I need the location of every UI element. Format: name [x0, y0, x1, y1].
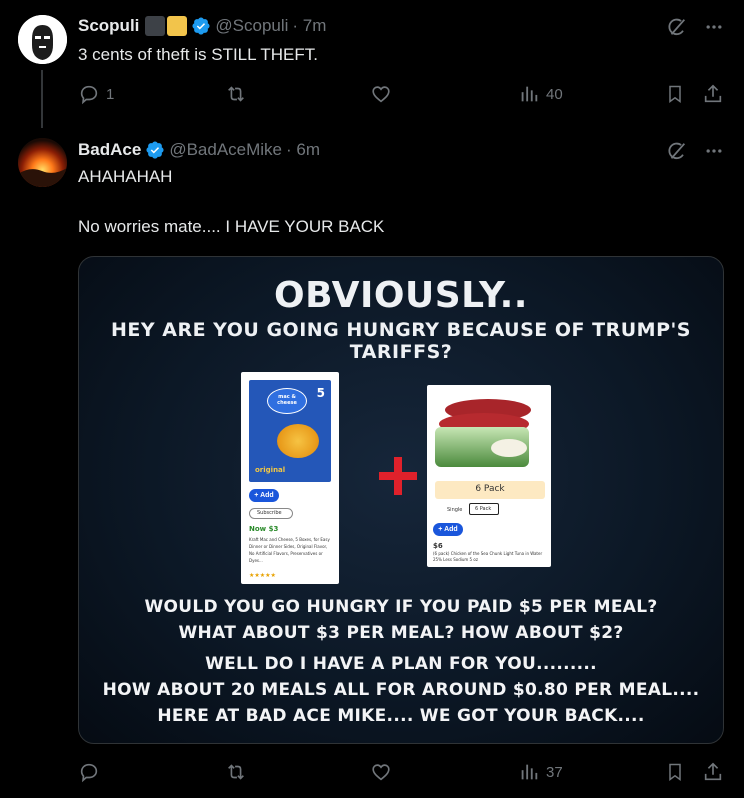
- product-price: $6: [433, 542, 443, 550]
- views-count: 40: [546, 85, 563, 103]
- share-icon: [704, 84, 722, 103]
- post-header: BadAce @BadAceMike · 6m: [78, 140, 320, 160]
- post-text-line2: No worries mate.... I HAVE YOUR BACK: [78, 217, 385, 236]
- display-name[interactable]: BadAce: [78, 140, 141, 160]
- image-line-3: WELL DO I HAVE A PLAN FOR YOU.........: [205, 654, 597, 674]
- post-top-actions: [666, 16, 724, 38]
- grok-icon[interactable]: [666, 140, 688, 162]
- reply-button[interactable]: 1: [78, 83, 114, 105]
- image-line-1: WOULD YOU GO HUNGRY IF YOU PAID $5 PER M…: [144, 597, 658, 617]
- add-button: + Add: [249, 489, 279, 502]
- product-price: Now $3: [249, 525, 279, 533]
- option-single: Single: [447, 507, 463, 513]
- reply-count: 1: [106, 85, 115, 103]
- badge-square-gray: [145, 16, 166, 36]
- more-icon[interactable]: [704, 141, 724, 161]
- product-image-cans: [435, 395, 539, 473]
- product-pasta: [277, 424, 319, 458]
- post-header: Scopuli @Scopuli · 7m: [78, 16, 326, 36]
- image-subtitle: HEY ARE YOU GOING HUNGRY BECAUSE OF TRUM…: [110, 319, 691, 363]
- add-button: + Add: [433, 523, 463, 536]
- product-flavor: original: [255, 466, 286, 474]
- bookmark-button[interactable]: [665, 83, 685, 105]
- share-icon: [704, 762, 722, 781]
- product-count: 5: [316, 386, 325, 400]
- bookmark-icon: [669, 85, 681, 103]
- post-text-line1: AHAHAHAH: [78, 167, 173, 186]
- reply-icon: [80, 763, 98, 783]
- rating-stars: ★★★★★: [249, 573, 276, 579]
- timestamp[interactable]: · 6m: [286, 140, 320, 160]
- repost-button[interactable]: [224, 83, 248, 105]
- subscribe-label: Subscribe: [257, 510, 282, 516]
- handle[interactable]: @BadAceMike: [169, 140, 282, 160]
- bookmark-button[interactable]: [665, 761, 685, 783]
- repost-icon: [228, 764, 244, 780]
- repost-icon: [228, 86, 244, 102]
- views-icon: [521, 764, 538, 780]
- product-description: Kraft Mac and Cheese, 5 Boxes, for Easy …: [249, 537, 330, 563]
- post-image[interactable]: OBVIOUSLY.. HEY ARE YOU GOING HUNGRY BEC…: [78, 256, 724, 744]
- views-icon: [521, 86, 538, 102]
- post-text: 3 cents of theft is STILL THEFT.: [78, 45, 318, 64]
- plus-sign: [379, 457, 417, 495]
- more-icon[interactable]: [704, 17, 724, 37]
- views-count: 37: [546, 763, 563, 781]
- badge-square-yellow: [167, 16, 188, 36]
- post-top-actions: [666, 140, 724, 162]
- pack-label: 6 Pack: [475, 484, 505, 494]
- bookmark-icon: [669, 763, 681, 781]
- verified-icon[interactable]: [191, 16, 211, 36]
- product-description: (6 pack) Chicken of the Sea Chunk Light …: [433, 551, 543, 562]
- verified-icon[interactable]: [145, 140, 165, 160]
- handle[interactable]: @Scopuli: [215, 16, 288, 36]
- avatar[interactable]: [18, 138, 67, 187]
- image-line-4: HOW ABOUT 20 MEALS ALL FOR AROUND $0.80 …: [102, 680, 700, 700]
- thread-line: [41, 70, 43, 128]
- views-button[interactable]: 40: [518, 83, 563, 105]
- reply-icon: [80, 85, 98, 105]
- like-icon: [372, 764, 390, 781]
- product-card-mac-cheese: mac & cheese 5 original + Add Subscribe …: [241, 372, 339, 584]
- like-button[interactable]: [370, 83, 392, 105]
- views-button[interactable]: 37: [518, 761, 563, 783]
- like-button[interactable]: [370, 761, 392, 783]
- like-icon: [372, 86, 390, 103]
- share-button[interactable]: [702, 761, 724, 783]
- image-line-2: WHAT ABOUT $3 PER MEAL? HOW ABOUT $2?: [178, 623, 624, 643]
- option-six-pack: 6 Pack: [475, 506, 492, 512]
- image-line-5: HERE AT BAD ACE MIKE.... WE GOT YOUR BAC…: [157, 706, 645, 726]
- action-bar: 37: [78, 761, 728, 787]
- avatar[interactable]: [18, 15, 67, 64]
- action-bar: 1 40: [78, 83, 728, 109]
- display-name[interactable]: Scopuli: [78, 16, 139, 36]
- grok-icon[interactable]: [666, 16, 688, 38]
- timestamp[interactable]: · 7m: [292, 16, 326, 36]
- product-box-image: mac & cheese 5 original: [249, 380, 331, 482]
- post-scopuli[interactable]: Scopuli @Scopuli · 7m 3 cents of theft i…: [0, 0, 744, 128]
- reply-button[interactable]: [78, 761, 100, 783]
- product-card-tuna: 6 Pack Single 6 Pack + Add $6 (6 pack) C…: [427, 385, 551, 567]
- product-brand: mac & cheese: [277, 394, 297, 406]
- share-button[interactable]: [702, 83, 724, 105]
- repost-button[interactable]: [224, 761, 248, 783]
- image-title: OBVIOUSLY..: [274, 275, 528, 316]
